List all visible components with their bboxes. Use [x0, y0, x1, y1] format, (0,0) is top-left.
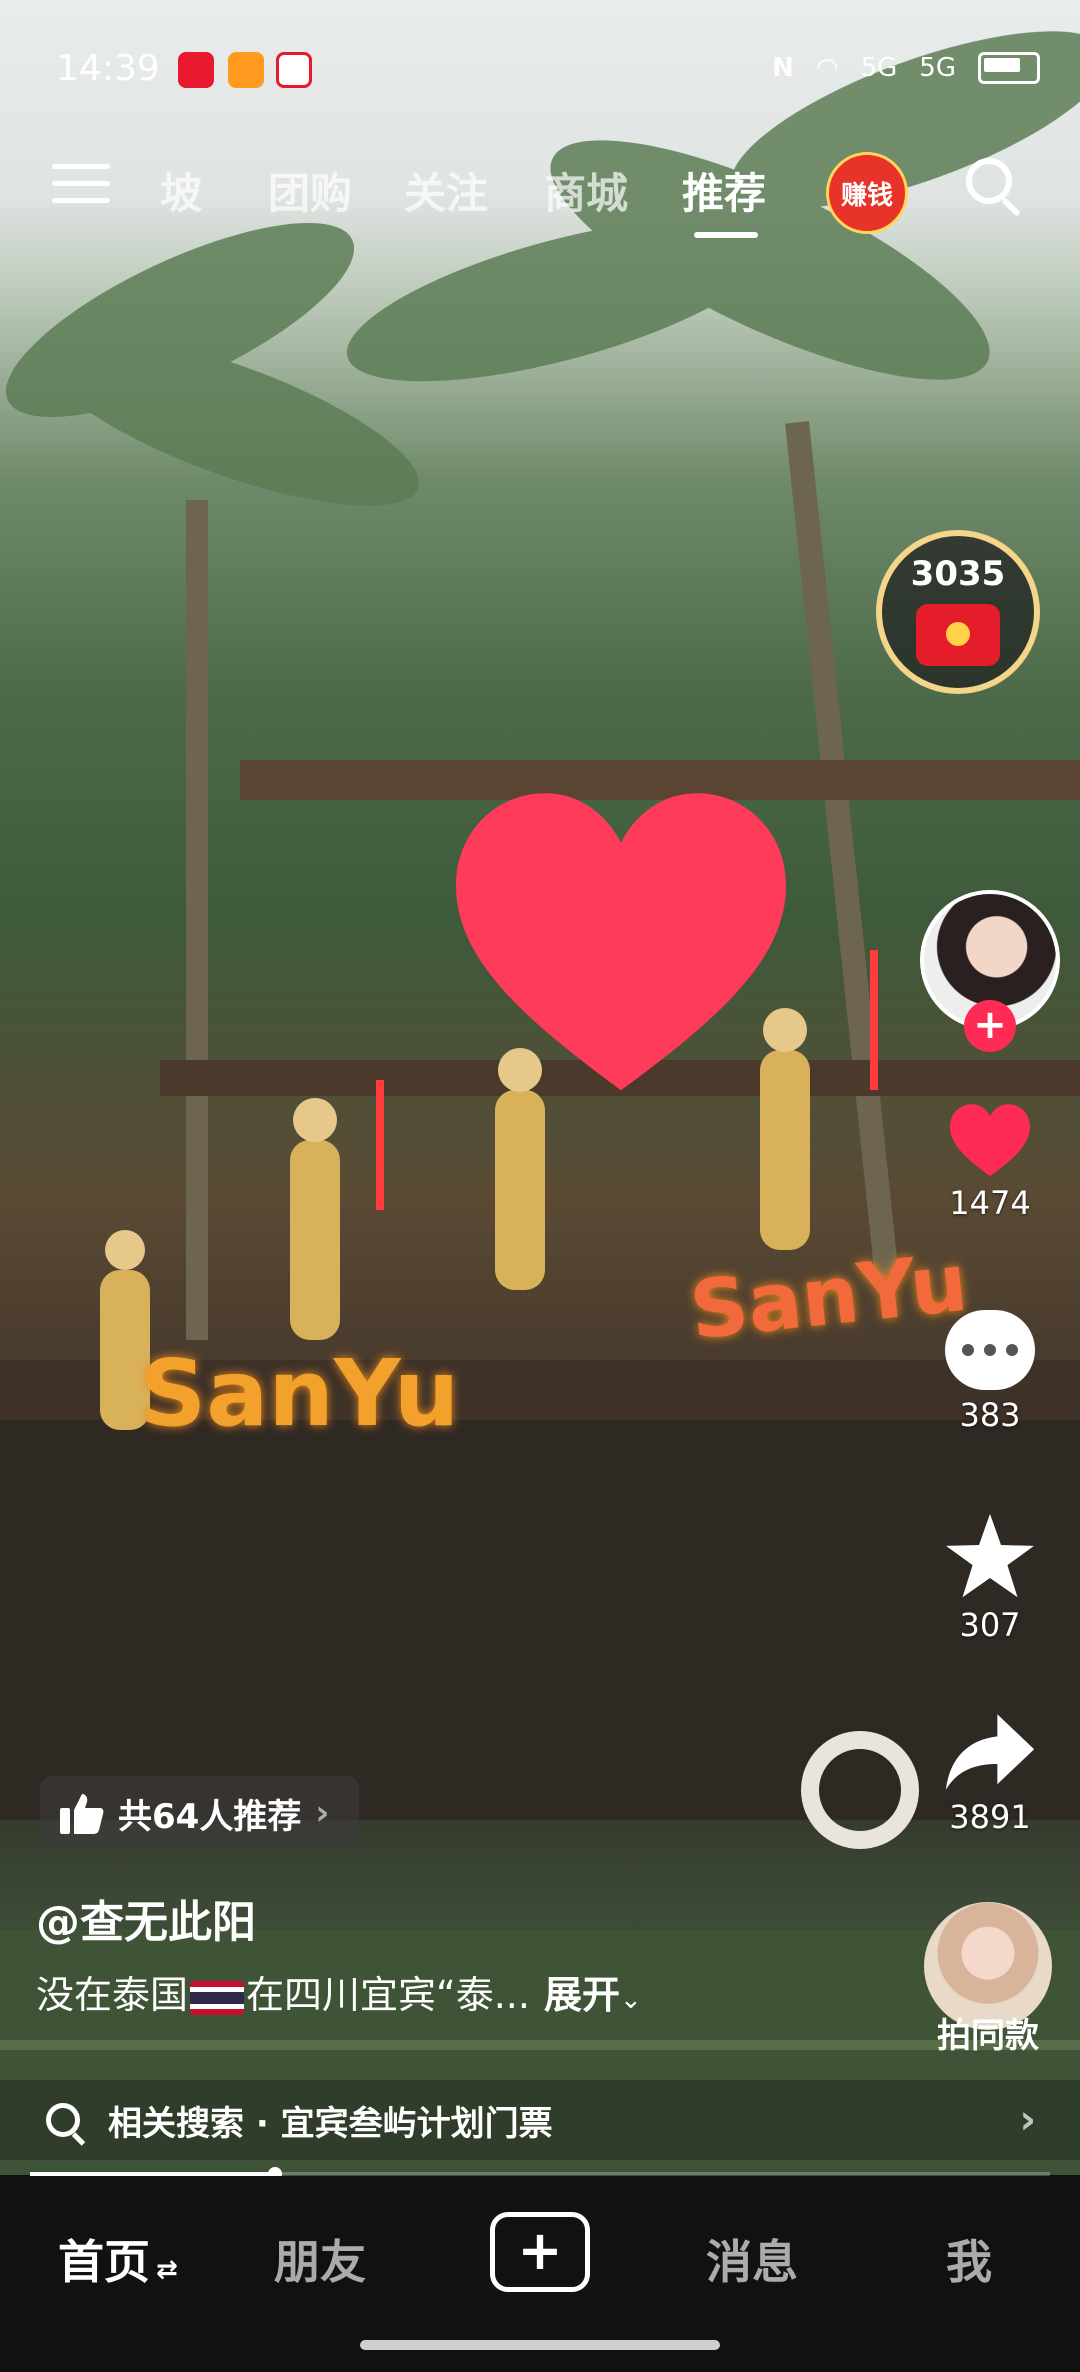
chevron-right-icon: ›: [315, 1793, 330, 1833]
favorite-count: 307: [959, 1606, 1021, 1644]
expand-button[interactable]: 展开: [544, 1973, 620, 2017]
thumbs-up-icon: [60, 1794, 104, 1834]
like-count: 1474: [949, 1184, 1031, 1222]
description-text: 没在泰国: [36, 1973, 189, 2017]
nav-messages[interactable]: 消息: [706, 2226, 798, 2292]
share-arrow-icon: [945, 1714, 1035, 1790]
video-description[interactable]: 没在泰国 在四川宜宾“泰... 展开⌄: [36, 1964, 642, 2019]
nav-home-label: 首页: [58, 2235, 150, 2289]
app-notification-icon: [178, 52, 214, 88]
search-icon[interactable]: [966, 158, 1012, 204]
signal-icon: 5G: [919, 53, 956, 83]
earn-money-button[interactable]: 赚钱: [826, 152, 908, 234]
tab-location[interactable]: 坡: [160, 160, 202, 221]
recommend-text: 共64人推荐: [118, 1796, 302, 1837]
coin-reward-widget[interactable]: 3035: [876, 530, 1040, 694]
follow-plus-button[interactable]: +: [964, 1000, 1016, 1052]
home-indicator[interactable]: [360, 2340, 720, 2350]
shoot-same-label: 拍同款: [937, 2016, 1039, 2056]
description-text: 在四川宜宾“泰...: [246, 1973, 530, 2017]
coin-count: 3035: [910, 554, 1006, 594]
create-button[interactable]: +: [490, 2212, 590, 2292]
related-search-text: 相关搜索 · 宜宾叁屿计划门票: [108, 2103, 553, 2144]
chevron-right-icon: ›: [1019, 2097, 1036, 2143]
like-action[interactable]: 1474: [930, 1104, 1050, 1222]
recommend-pill[interactable]: 共64人推荐 ›: [40, 1776, 360, 1850]
author-name[interactable]: @查无此阳: [36, 1886, 256, 1950]
sanyu-sign-left: SanYu: [140, 1340, 460, 1447]
active-tab-indicator: [694, 232, 758, 238]
switch-icon: ⇄: [156, 2255, 178, 2285]
tab-recommend[interactable]: 推荐: [682, 160, 766, 221]
wifi-icon: ◠: [815, 53, 839, 83]
battery-icon: [978, 52, 1040, 84]
system-icons: N ◠ 5G 5G: [772, 52, 1040, 84]
app-notification-icon: [228, 52, 264, 88]
search-icon: [46, 2103, 80, 2137]
tab-group-buy[interactable]: 团购: [268, 160, 352, 221]
tab-following[interactable]: 关注: [404, 160, 488, 221]
red-envelope-icon: [916, 604, 1000, 666]
shoot-same-button[interactable]: 拍同款: [920, 1902, 1056, 2057]
app-notification-icon: [276, 52, 312, 88]
like-heart-animation: [456, 793, 786, 1091]
tab-mall[interactable]: 商城: [544, 160, 628, 221]
nav-me[interactable]: 我: [946, 2226, 992, 2292]
comment-icon: [945, 1310, 1035, 1390]
signal-icon: 5G: [860, 53, 898, 83]
comment-action[interactable]: 383: [930, 1310, 1050, 1434]
star-icon: [946, 1513, 1034, 1598]
share-action[interactable]: 3891: [930, 1712, 1050, 1836]
status-bar: 14:39 N ◠ 5G 5G: [0, 40, 1080, 100]
related-search-bar[interactable]: 相关搜索 · 宜宾叁屿计划门票 ›: [0, 2080, 1080, 2160]
thailand-flag-icon: [190, 1980, 245, 2015]
menu-icon[interactable]: [52, 164, 110, 208]
favorite-action[interactable]: 307: [930, 1512, 1050, 1644]
status-time: 14:39: [56, 48, 160, 89]
nav-home[interactable]: 首页 ⇄: [58, 2226, 178, 2292]
heart-icon: [950, 1104, 1030, 1177]
share-count: 3891: [949, 1798, 1031, 1836]
chevron-down-icon: ⌄: [619, 1985, 642, 2015]
nfc-icon: N: [772, 53, 794, 83]
comment-count: 383: [959, 1396, 1021, 1434]
top-nav: 坡 团购 关注 商城 推荐 赚钱: [0, 150, 1080, 240]
nav-friends[interactable]: 朋友: [274, 2226, 366, 2292]
